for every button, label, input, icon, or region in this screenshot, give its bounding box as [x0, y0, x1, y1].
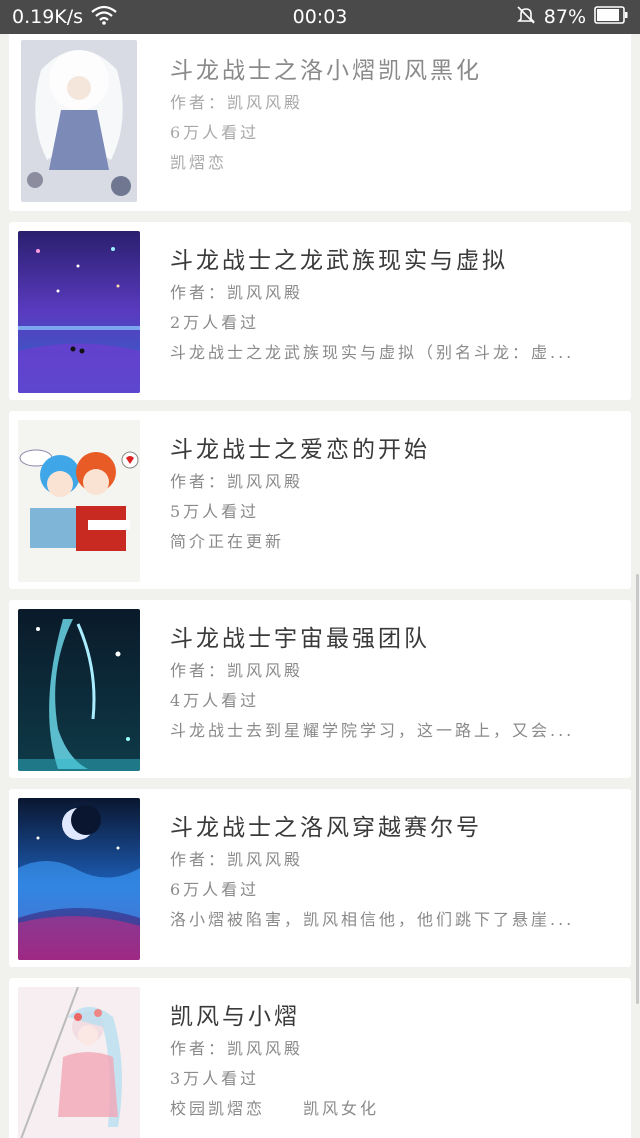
book-info: 斗龙战士之洛小熠凯风黑化 作者：凯风风殿 6万人看过 凯熠恋 — [170, 54, 613, 178]
status-bar: 0.19K/s 00:03 87% — [0, 0, 640, 34]
book-title[interactable]: 斗龙战士之洛风穿越赛尔号 — [170, 811, 613, 845]
book-author: 作者：凯风风殿 — [170, 283, 304, 302]
book-author: 作者：凯风风殿 — [170, 850, 304, 869]
book-cover[interactable] — [18, 798, 140, 960]
scrollbar[interactable] — [636, 574, 639, 1004]
status-time: 00:03 — [292, 6, 348, 28]
book-card[interactable]: 斗龙战士之洛小熠凯风黑化 作者：凯风风殿 6万人看过 凯熠恋 — [9, 34, 631, 211]
battery-icon — [594, 5, 628, 29]
network-speed: 0.19K/s — [12, 6, 84, 28]
book-author: 作者：凯风风殿 — [170, 1039, 304, 1058]
book-title[interactable]: 凯风与小熠 — [170, 1000, 613, 1034]
book-info: 斗龙战士之洛风穿越赛尔号 作者：凯风风殿 6万人看过 洛小熠被陷害，凯风相信他，… — [170, 811, 613, 935]
book-cover[interactable] — [18, 609, 140, 771]
book-card[interactable]: 斗龙战士之龙武族现实与虚拟 作者：凯风风殿 2万人看过 斗龙战士之龙武族现实与虚… — [9, 222, 631, 400]
book-title[interactable]: 斗龙战士之龙武族现实与虚拟 — [170, 244, 613, 278]
book-views: 6万人看过 — [170, 880, 260, 899]
book-summary: 斗龙战士去到星耀学院学习，这一路上，又会... — [170, 721, 575, 740]
book-views: 4万人看过 — [170, 691, 260, 710]
book-views: 5万人看过 — [170, 502, 260, 521]
book-author: 作者：凯风风殿 — [170, 661, 304, 680]
book-summary: 简介正在更新 — [170, 532, 285, 551]
battery-percent: 87% — [543, 6, 586, 28]
book-title[interactable]: 斗龙战士之爱恋的开始 — [170, 433, 613, 467]
book-cover[interactable] — [18, 420, 140, 582]
book-cover[interactable] — [18, 987, 140, 1138]
wifi-icon — [91, 5, 117, 30]
book-info: 凯风与小熠 作者：凯风风殿 3万人看过 校园凯熠恋 凯风女化 — [170, 1000, 613, 1124]
book-summary: 凯熠恋 — [170, 153, 228, 172]
book-author: 作者：凯风风殿 — [170, 93, 304, 112]
book-views: 6万人看过 — [170, 123, 260, 142]
mute-bell-icon — [516, 5, 536, 30]
book-card[interactable]: 斗龙战士之洛风穿越赛尔号 作者：凯风风殿 6万人看过 洛小熠被陷害，凯风相信他，… — [9, 789, 631, 967]
book-summary: 校园凯熠恋 凯风女化 — [170, 1099, 380, 1118]
book-info: 斗龙战士宇宙最强团队 作者：凯风风殿 4万人看过 斗龙战士去到星耀学院学习，这一… — [170, 622, 613, 746]
book-title[interactable]: 斗龙战士宇宙最强团队 — [170, 622, 613, 656]
book-list[interactable]: 斗龙战士之洛小熠凯风黑化 作者：凯风风殿 6万人看过 凯熠恋 斗龙战士之龙武族现… — [0, 34, 640, 1138]
book-cover[interactable] — [18, 231, 140, 393]
book-card[interactable]: 斗龙战士宇宙最强团队 作者：凯风风殿 4万人看过 斗龙战士去到星耀学院学习，这一… — [9, 600, 631, 778]
status-left: 0.19K/s — [12, 5, 117, 30]
book-card[interactable]: 斗龙战士之爱恋的开始 作者：凯风风殿 5万人看过 简介正在更新 — [9, 411, 631, 589]
book-author: 作者：凯风风殿 — [170, 472, 304, 491]
book-info: 斗龙战士之龙武族现实与虚拟 作者：凯风风殿 2万人看过 斗龙战士之龙武族现实与虚… — [170, 244, 613, 368]
book-summary: 斗龙战士之龙武族现实与虚拟（别名斗龙：虚... — [170, 343, 575, 362]
status-right: 87% — [516, 5, 628, 30]
book-card[interactable]: 凯风与小熠 作者：凯风风殿 3万人看过 校园凯熠恋 凯风女化 — [9, 978, 631, 1138]
book-title[interactable]: 斗龙战士之洛小熠凯风黑化 — [170, 54, 613, 88]
book-views: 3万人看过 — [170, 1069, 260, 1088]
book-summary: 洛小熠被陷害，凯风相信他，他们跳下了悬崖... — [170, 910, 575, 929]
book-info: 斗龙战士之爱恋的开始 作者：凯风风殿 5万人看过 简介正在更新 — [170, 433, 613, 557]
book-cover[interactable] — [21, 40, 137, 202]
book-views: 2万人看过 — [170, 313, 260, 332]
